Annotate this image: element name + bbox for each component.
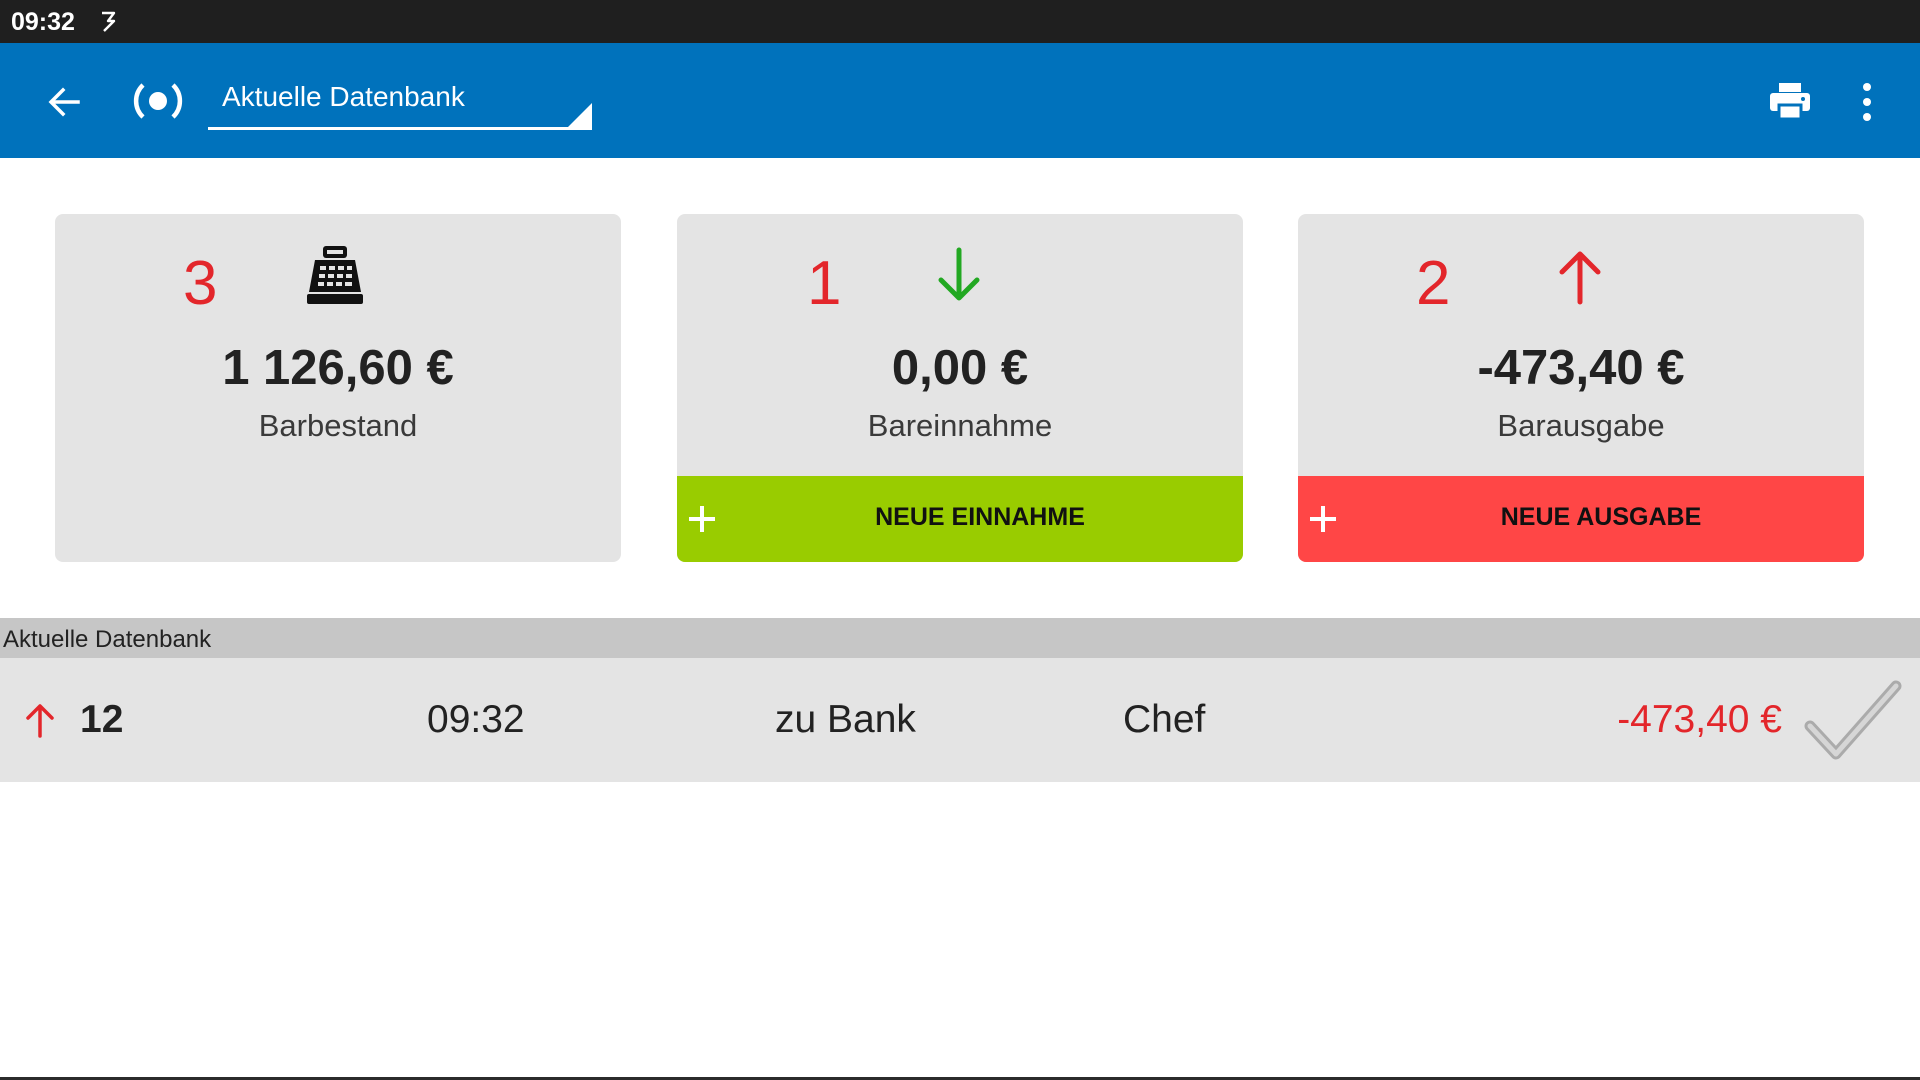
income-card-number: 1	[807, 249, 842, 318]
arrow-up-icon	[26, 704, 54, 738]
new-income-label: NEUE EINNAHME	[875, 503, 1085, 531]
new-income-button[interactable]: NEUE EINNAHME	[677, 476, 1243, 562]
status-time: 09:32	[11, 8, 75, 36]
income-amount: 0,00 €	[891, 341, 1029, 395]
cash-register-icon	[307, 246, 363, 304]
plus-icon	[1310, 506, 1336, 532]
transaction-description: zu Bank	[775, 698, 916, 741]
database-select-label: Aktuelle Datenbank	[222, 81, 465, 112]
plus-icon	[689, 506, 715, 532]
expense-amount: -473,40 €	[1477, 341, 1685, 395]
signature-icon	[102, 11, 116, 32]
transaction-time: 09:32	[427, 698, 525, 741]
dropdown-triangle-icon	[568, 103, 592, 127]
list-section-header: Aktuelle Datenbank	[0, 618, 1920, 658]
new-expense-label: NEUE AUSGABE	[1500, 503, 1702, 531]
balance-card: 3 1 126,60 € Barbestand	[55, 214, 621, 562]
expense-label: Barausgabe	[1497, 408, 1665, 443]
status-bar: 09:32	[0, 0, 1920, 43]
expense-card-number: 2	[1416, 249, 1451, 318]
balance-card-number: 3	[183, 249, 218, 318]
transaction-amount: -473,40 €	[1617, 698, 1782, 741]
balance-amount: 1 126,60 €	[222, 341, 454, 395]
arrow-up-icon	[1559, 251, 1601, 305]
list-section-title: Aktuelle Datenbank	[3, 626, 212, 653]
database-select[interactable]: Aktuelle Datenbank	[208, 67, 592, 130]
arrow-down-icon	[938, 247, 980, 301]
checkmark-icon[interactable]	[1800, 676, 1904, 766]
new-expense-button[interactable]: NEUE AUSGABE	[1298, 476, 1864, 562]
transaction-number: 12	[80, 698, 124, 741]
printer-icon[interactable]	[1768, 79, 1812, 123]
broadcast-icon[interactable]	[130, 77, 186, 125]
arrow-left-icon[interactable]	[44, 81, 86, 123]
expense-card: 2 -473,40 € Barausgabe NEUE AUSGABE	[1298, 214, 1864, 562]
more-vert-icon[interactable]	[1850, 77, 1884, 127]
transaction-user: Chef	[1123, 698, 1206, 741]
income-label: Bareinnahme	[867, 408, 1053, 443]
income-card: 1 0,00 € Bareinnahme NEUE EINNAHME	[677, 214, 1243, 562]
transaction-row[interactable]: 12 09:32 zu Bank Chef -473,40 €	[0, 658, 1920, 782]
app-bar: Aktuelle Datenbank	[0, 43, 1920, 158]
balance-label: Barbestand	[258, 408, 418, 443]
